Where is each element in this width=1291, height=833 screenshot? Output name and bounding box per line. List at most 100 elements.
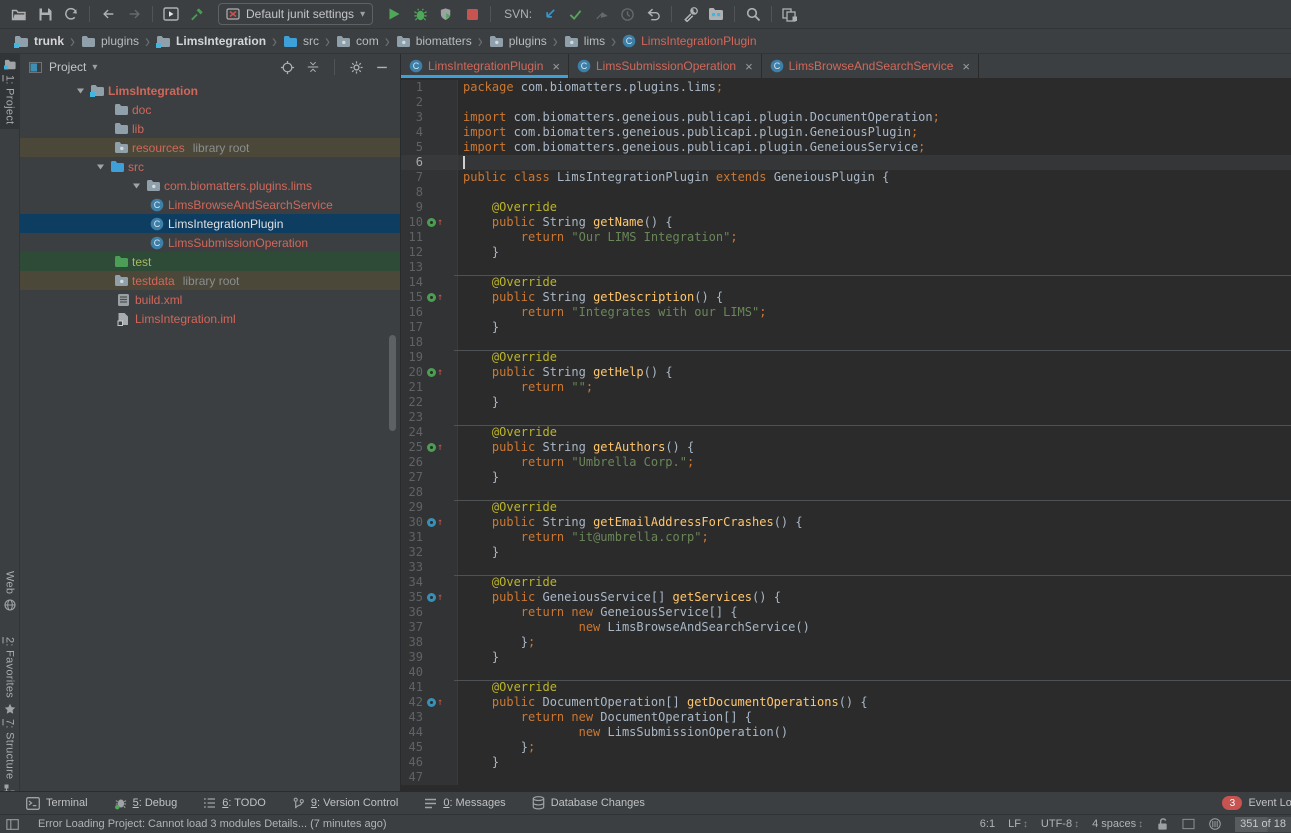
- code-line[interactable]: 19 @Override: [401, 350, 1291, 365]
- integrate-button[interactable]: [588, 2, 614, 26]
- settings-wrench-button[interactable]: [677, 2, 703, 26]
- save-all-button[interactable]: [32, 2, 58, 26]
- code-line[interactable]: 44 new LimsSubmissionOperation(): [401, 725, 1291, 740]
- project-structure-button[interactable]: [703, 2, 729, 26]
- forward-arrow-button[interactable]: [121, 2, 147, 26]
- tool-stripe-web[interactable]: Web: [0, 566, 19, 616]
- tree-item-limsbrowseandsearchservice[interactable]: CLimsBrowseAndSearchService: [20, 195, 400, 214]
- caret-position-widget[interactable]: 6:1: [980, 818, 995, 830]
- toolwindow-button-6-todo[interactable]: 6: TODO: [203, 797, 266, 809]
- indent-widget[interactable]: 4 spaces↕: [1092, 818, 1143, 830]
- code-line[interactable]: 17 }: [401, 320, 1291, 335]
- tool-stripe-structure[interactable]: 7: Structure: [0, 714, 19, 800]
- frame-icon[interactable]: [1182, 818, 1195, 830]
- code-line[interactable]: 30↑ public String getEmailAddressForCras…: [401, 515, 1291, 530]
- toolwindow-button-0-messages[interactable]: 0: Messages: [424, 797, 505, 809]
- show-run-window-button[interactable]: [158, 2, 184, 26]
- update-project-button[interactable]: [536, 2, 562, 26]
- tab-limssubmissionoperation[interactable]: CLimsSubmissionOperation×: [569, 54, 762, 78]
- overriding-method-icon[interactable]: [427, 293, 436, 302]
- overriding-method-icon[interactable]: [427, 443, 436, 452]
- gutter[interactable]: ↑: [423, 440, 458, 455]
- open-folder-button[interactable]: [6, 2, 32, 26]
- code-editor[interactable]: 1package com.biomatters.plugins.lims;23i…: [401, 78, 1291, 791]
- breadcrumb-item-limsintegration[interactable]: LimsIntegration: [154, 34, 268, 48]
- run-with-coverage-button[interactable]: [433, 2, 459, 26]
- tree-item-limsintegration[interactable]: LimsIntegration: [20, 81, 400, 100]
- toolwindow-button-5-debug[interactable]: 5: Debug: [114, 797, 178, 810]
- code-line[interactable]: 27 }: [401, 470, 1291, 485]
- code-line[interactable]: 2: [401, 95, 1291, 110]
- tree-item-limsintegration-iml[interactable]: LimsIntegration.iml: [20, 309, 400, 328]
- run-configuration-select[interactable]: Default junit settings▾: [218, 3, 373, 25]
- history-button[interactable]: [614, 2, 640, 26]
- tree-item-build-xml[interactable]: build.xml: [20, 290, 400, 309]
- code-line[interactable]: 21 return "";: [401, 380, 1291, 395]
- panel-scrollbar-thumb[interactable]: [389, 335, 396, 431]
- collapse-all-button[interactable]: [303, 57, 323, 77]
- rollback-button[interactable]: [640, 2, 666, 26]
- code-line[interactable]: 11 return "Our LIMS Integration";: [401, 230, 1291, 245]
- commit-changes-button[interactable]: [562, 2, 588, 26]
- code-line[interactable]: 33: [401, 560, 1291, 575]
- panel-title[interactable]: Project: [49, 60, 86, 74]
- tree-item-test[interactable]: test: [20, 252, 400, 271]
- tab-limsbrowseandsearchservice[interactable]: CLimsBrowseAndSearchService×: [762, 54, 979, 78]
- code-line[interactable]: 20↑ public String getHelp() {: [401, 365, 1291, 380]
- tree-item-com-biomatters-plugins-lims[interactable]: com.biomatters.plugins.lims: [20, 176, 400, 195]
- debug-button[interactable]: [407, 2, 433, 26]
- back-arrow-button[interactable]: [95, 2, 121, 26]
- code-line[interactable]: 16 return "Integrates with our LIMS";: [401, 305, 1291, 320]
- overriding-method-icon[interactable]: [427, 593, 436, 602]
- tree-item-testdata[interactable]: testdatalibrary root: [20, 271, 400, 290]
- tree-item-doc[interactable]: doc: [20, 100, 400, 119]
- code-line[interactable]: 15↑ public String getDescription() {: [401, 290, 1291, 305]
- breadcrumb-item-plugins[interactable]: plugins: [79, 34, 141, 48]
- overriding-method-icon[interactable]: [427, 368, 436, 377]
- code-line[interactable]: 41 @Override: [401, 680, 1291, 695]
- gutter[interactable]: ↑: [423, 590, 458, 605]
- tool-stripe-project[interactable]: 1: Project: [0, 54, 19, 129]
- tool-stripe-favorites[interactable]: 2: Favorites: [0, 632, 19, 720]
- tree-item-limssubmissionoperation[interactable]: CLimsSubmissionOperation: [20, 233, 400, 252]
- expand-arrow-icon[interactable]: [96, 162, 110, 171]
- close-icon[interactable]: ×: [962, 60, 970, 73]
- close-icon[interactable]: ×: [552, 60, 560, 73]
- breadcrumb-item-src[interactable]: src: [281, 34, 321, 48]
- code-line[interactable]: 39 }: [401, 650, 1291, 665]
- gutter[interactable]: ↑: [423, 515, 458, 530]
- panel-settings-gear-icon[interactable]: [346, 57, 366, 77]
- code-line[interactable]: 10↑ public String getName() {: [401, 215, 1291, 230]
- tree-item-lib[interactable]: lib: [20, 119, 400, 138]
- breadcrumb-item-limsintegrationplugin[interactable]: CLimsIntegrationPlugin: [620, 34, 758, 48]
- tree-item-limsintegrationplugin[interactable]: CLimsIntegrationPlugin: [20, 214, 400, 233]
- code-line[interactable]: 47: [401, 770, 1291, 785]
- stop-button[interactable]: [459, 2, 485, 26]
- code-line[interactable]: 9 @Override: [401, 200, 1291, 215]
- hide-panel-button[interactable]: [372, 57, 392, 77]
- code-line[interactable]: 24 @Override: [401, 425, 1291, 440]
- code-line[interactable]: 23: [401, 410, 1291, 425]
- run-button[interactable]: [381, 2, 407, 26]
- breadcrumb-item-plugins[interactable]: plugins: [487, 34, 549, 48]
- memory-indicator[interactable]: 351 of 18: [1235, 817, 1291, 832]
- breadcrumb-item-trunk[interactable]: trunk: [12, 34, 66, 48]
- code-line[interactable]: 46 }: [401, 755, 1291, 770]
- code-line[interactable]: 45 };: [401, 740, 1291, 755]
- toolwindow-button-database-changes[interactable]: Database Changes: [532, 796, 645, 810]
- code-line[interactable]: 28: [401, 485, 1291, 500]
- code-line[interactable]: 35↑ public GeneiousService[] getServices…: [401, 590, 1291, 605]
- expand-arrow-icon[interactable]: [132, 181, 146, 190]
- toolwindow-button-terminal[interactable]: Terminal: [26, 797, 88, 810]
- code-line[interactable]: 40: [401, 665, 1291, 680]
- tab-limsintegrationplugin[interactable]: CLimsIntegrationPlugin×: [401, 54, 569, 78]
- hector-inspector-icon[interactable]: [1208, 817, 1222, 831]
- synchronize-button[interactable]: [58, 2, 84, 26]
- gutter[interactable]: ↑: [423, 215, 458, 230]
- search-everywhere-button[interactable]: [740, 2, 766, 26]
- code-line[interactable]: 42↑ public DocumentOperation[] getDocume…: [401, 695, 1291, 710]
- locate-file-button[interactable]: [277, 57, 297, 77]
- project-views-icon[interactable]: [28, 60, 43, 75]
- code-line[interactable]: 36 return new GeneiousService[] {: [401, 605, 1291, 620]
- tree-item-resources[interactable]: resourceslibrary root: [20, 138, 400, 157]
